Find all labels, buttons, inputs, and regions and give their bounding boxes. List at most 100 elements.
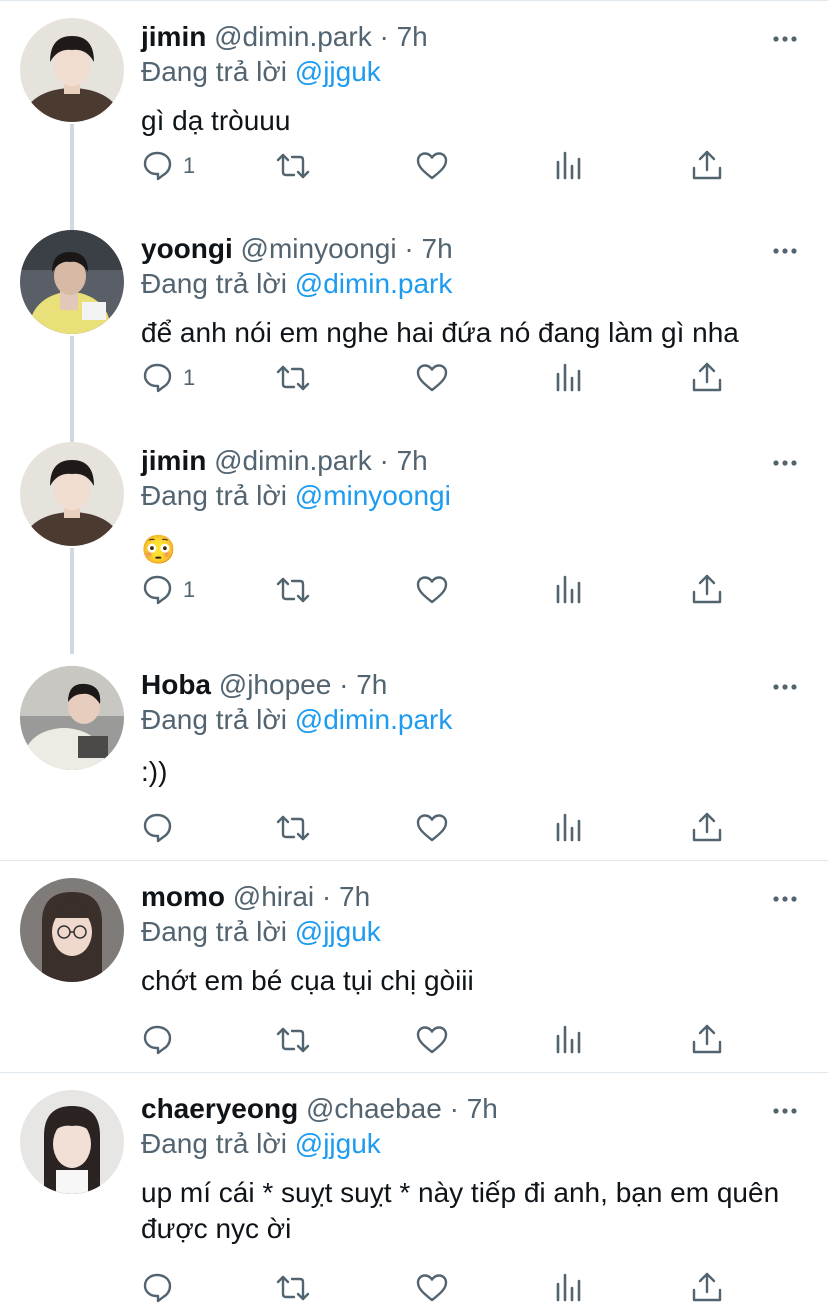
user-handle[interactable]: @dimin.park [214,21,372,52]
action-bar: 1 [141,146,741,186]
replying-to-label: Đang trả lời [141,56,287,87]
share-button[interactable] [689,808,725,848]
separator-dot: · [379,445,389,476]
retweet-icon [276,365,310,391]
timestamp[interactable]: 7h [467,1093,498,1124]
reply-button[interactable]: 1 [141,570,195,610]
action-bar [141,1268,741,1308]
stats-button[interactable] [552,1020,586,1060]
display-name[interactable]: momo [141,881,225,912]
retweet-button[interactable] [275,570,311,610]
more-icon[interactable] [772,238,798,264]
tweet[interactable]: Hoba @jhopee · 7h Đang trả lời @dimin.pa… [0,648,828,860]
avatar[interactable] [20,666,124,770]
user-handle[interactable]: @dimin.park [214,445,372,476]
mention-link[interactable]: @dimin.park [295,704,453,735]
tweet-header: yoongi @minyoongi · 7h [141,232,453,266]
reply-button[interactable] [141,1020,183,1060]
tweet[interactable]: jimin @dimin.park · 7h Đang trả lời @min… [0,424,828,636]
more-icon[interactable] [772,886,798,912]
timestamp[interactable]: 7h [397,445,428,476]
timestamp[interactable]: 7h [356,669,387,700]
reply-button[interactable] [141,1268,183,1308]
display-name[interactable]: chaeryeong [141,1093,298,1124]
reply-icon [143,1025,172,1055]
tweet[interactable]: chaeryeong @chaebae · 7h Đang trả lời @j… [0,1072,828,1315]
stats-button[interactable] [552,808,586,848]
display-name[interactable]: yoongi [141,233,233,264]
tweet-text: để anh nói em nghe hai đứa nó đang làm g… [141,317,739,348]
tweet-header: momo @hirai · 7h [141,880,370,914]
retweet-button[interactable] [275,358,311,398]
avatar[interactable] [20,878,124,982]
share-button[interactable] [689,570,725,610]
reply-icon [143,363,172,393]
timestamp[interactable]: 7h [422,233,453,264]
stats-button[interactable] [552,146,586,186]
more-icon[interactable] [772,674,798,700]
tweet[interactable]: momo @hirai · 7h Đang trả lời @jjguk chớ… [0,860,828,1072]
more-icon[interactable] [772,1098,798,1124]
share-button[interactable] [689,146,725,186]
user-handle[interactable]: @minyoongi [241,233,397,264]
timestamp[interactable]: 7h [339,881,370,912]
timestamp[interactable]: 7h [397,21,428,52]
mention-link[interactable]: @jjguk [295,916,381,947]
avatar[interactable] [20,230,124,334]
like-button[interactable] [414,808,450,848]
retweet-button[interactable] [275,808,311,848]
mention-link[interactable]: @minyoongi [295,480,451,511]
retweet-button[interactable] [275,146,311,186]
user-handle[interactable]: @chaebae [306,1093,442,1124]
separator-dot: · [449,1093,459,1124]
tweet[interactable]: yoongi @minyoongi · 7h Đang trả lời @dim… [0,212,828,424]
more-icon[interactable] [772,450,798,476]
like-button[interactable] [414,570,450,610]
reply-button[interactable]: 1 [141,146,195,186]
replying-to-label: Đang trả lời [141,268,287,299]
tweet[interactable]: jimin @dimin.park · 7h Đang trả lời @jjg… [0,0,828,212]
share-button[interactable] [689,1020,725,1060]
mention-link[interactable]: @jjguk [295,1128,381,1159]
reply-icon [143,151,172,181]
separator-dot: · [404,233,414,264]
more-icon[interactable] [772,26,798,52]
retweet-button[interactable] [275,1268,311,1308]
reply-button[interactable] [141,808,183,848]
avatar[interactable] [20,442,124,546]
user-handle[interactable]: @hirai [233,881,314,912]
stats-icon [556,575,581,604]
replying-to: Đang trả lời @dimin.park [141,267,452,301]
avatar[interactable] [20,18,124,122]
like-button[interactable] [414,1268,450,1308]
replying-to-label: Đang trả lời [141,916,287,947]
like-icon [416,152,448,180]
display-name[interactable]: jimin [141,21,206,52]
tweet-header: Hoba @jhopee · 7h [141,668,387,702]
reply-button[interactable]: 1 [141,358,195,398]
display-name[interactable]: jimin [141,445,206,476]
retweet-icon [276,153,310,179]
tweet-header: chaeryeong @chaebae · 7h [141,1092,498,1126]
like-button[interactable] [414,1020,450,1060]
avatar[interactable] [20,1090,124,1194]
mention-link[interactable]: @dimin.park [295,268,453,299]
like-button[interactable] [414,358,450,398]
stats-button[interactable] [552,1268,586,1308]
stats-button[interactable] [552,570,586,610]
tweet-text: up mí cái * suỵt suỵt * này tiếp đi anh,… [141,1177,780,1244]
display-name[interactable]: Hoba [141,669,211,700]
share-button[interactable] [689,358,725,398]
reply-count: 1 [183,577,196,602]
mention-link[interactable]: @jjguk [295,56,381,87]
stats-icon [556,1273,581,1302]
user-handle[interactable]: @jhopee [219,669,332,700]
replying-to-label: Đang trả lời [141,704,287,735]
share-button[interactable] [689,1268,725,1308]
share-icon [692,1272,722,1302]
like-button[interactable] [414,146,450,186]
share-icon [692,812,722,842]
stats-button[interactable] [552,358,586,398]
action-bar [141,1020,741,1060]
retweet-button[interactable] [275,1020,311,1060]
